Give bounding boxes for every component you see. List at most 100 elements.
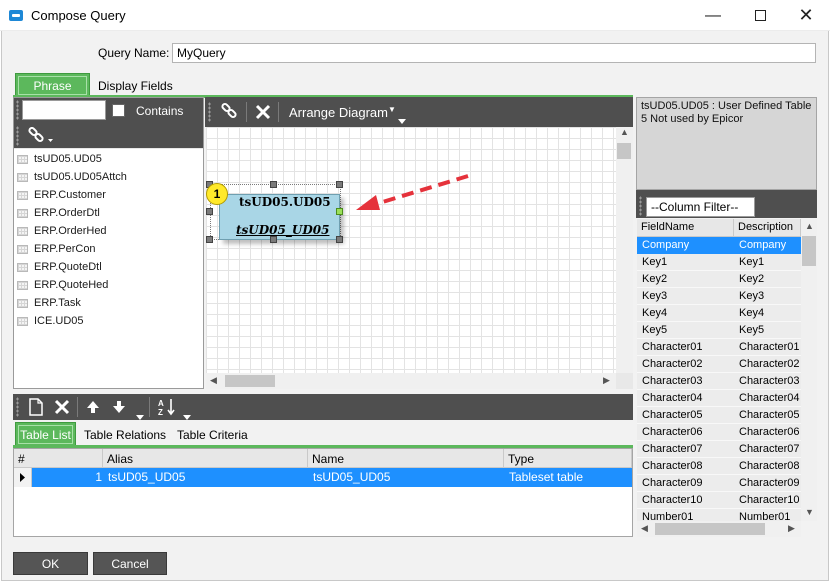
resize-handle[interactable] xyxy=(206,236,213,243)
diagram-vertical-scrollbar[interactable]: ▲ xyxy=(616,127,633,373)
toolbar-grip[interactable] xyxy=(208,102,211,122)
tab-table-relations[interactable]: Table Relations xyxy=(84,428,166,442)
table-row[interactable]: Key3 Key3 xyxy=(637,288,801,305)
table-name: ERP.Customer xyxy=(34,189,106,201)
link-icon[interactable] xyxy=(26,126,54,148)
table-row[interactable]: 1 tsUD05_UD05 tsUD05_UD05 Tableset table xyxy=(32,468,632,487)
toolbar-grip[interactable] xyxy=(16,126,19,146)
scroll-thumb[interactable] xyxy=(617,143,631,159)
table-search-input[interactable] xyxy=(22,100,106,120)
resize-handle[interactable] xyxy=(336,181,343,188)
toolbar-grip[interactable] xyxy=(16,397,19,417)
move-down-icon[interactable] xyxy=(111,399,127,418)
maximize-icon[interactable] xyxy=(737,0,783,31)
delete-icon[interactable] xyxy=(254,102,272,125)
resize-handle[interactable] xyxy=(336,208,343,215)
minimize-icon[interactable]: — xyxy=(690,0,736,31)
table-row[interactable]: Character01 Character01 xyxy=(637,339,801,356)
toolbar-grip[interactable] xyxy=(16,100,19,120)
field-name-cell: Character10 xyxy=(642,494,703,506)
table-row[interactable]: Character09 Character09 xyxy=(637,475,801,492)
table-row[interactable]: Character03 Character03 xyxy=(637,373,801,390)
list-item[interactable]: ERP.PerCon xyxy=(14,240,203,258)
link-icon[interactable] xyxy=(219,102,241,125)
table-row[interactable]: Character10 Character10 xyxy=(637,492,801,509)
scroll-left-icon[interactable]: ◀ xyxy=(210,375,217,386)
table-icon xyxy=(17,262,28,272)
resize-handle[interactable] xyxy=(206,208,213,215)
table-list: tsUD05.UD05 tsUD05.UD05Attch ERP.Custome… xyxy=(14,149,203,388)
overflow-chevron-icon[interactable] xyxy=(398,114,406,128)
table-row[interactable]: Number01 Number01 xyxy=(637,509,801,521)
scroll-up-icon[interactable]: ▲ xyxy=(620,127,629,137)
list-item[interactable]: ERP.OrderDtl xyxy=(14,204,203,222)
column-header-name[interactable]: Name xyxy=(308,449,504,468)
tab-display-fields[interactable]: Display Fields xyxy=(98,79,173,93)
fields-vertical-scrollbar[interactable]: ▲ ▼ xyxy=(801,219,817,521)
fields-horizontal-scrollbar[interactable]: ◀ ▶ xyxy=(637,521,801,537)
diagram-horizontal-scrollbar[interactable]: ◀ ▶ xyxy=(206,373,616,389)
table-row[interactable]: Character04 Character04 xyxy=(637,390,801,407)
table-row[interactable]: Character02 Character02 xyxy=(637,356,801,373)
scroll-thumb[interactable] xyxy=(225,375,275,387)
column-filter-input[interactable] xyxy=(646,197,755,217)
query-diagram-canvas[interactable] xyxy=(206,127,616,373)
list-item[interactable]: tsUD05.UD05 xyxy=(14,150,203,168)
arrange-diagram-label: Arrange Diagram xyxy=(289,105,388,120)
table-row[interactable]: Character06 Character06 xyxy=(637,424,801,441)
scroll-right-icon[interactable]: ▶ xyxy=(788,523,795,534)
scroll-down-icon[interactable]: ▼ xyxy=(805,507,814,517)
table-row[interactable]: Character07 Character07 xyxy=(637,441,801,458)
tab-table-list[interactable]: Table List xyxy=(15,422,76,446)
tab-table-criteria[interactable]: Table Criteria xyxy=(177,428,248,442)
list-item[interactable]: tsUD05.UD05Attch xyxy=(14,168,203,186)
cancel-button[interactable]: Cancel xyxy=(93,552,167,575)
delete-icon[interactable] xyxy=(53,398,71,419)
list-item[interactable]: ERP.OrderHed xyxy=(14,222,203,240)
column-header-type[interactable]: Type xyxy=(504,449,632,468)
ok-button[interactable]: OK xyxy=(13,552,88,575)
table-row[interactable]: Key5 Key5 xyxy=(637,322,801,339)
overflow-chevron-icon[interactable] xyxy=(136,410,144,424)
resize-handle[interactable] xyxy=(336,236,343,243)
move-up-icon[interactable] xyxy=(85,399,101,418)
tab-phrase-build[interactable]: Phrase Build xyxy=(15,73,90,107)
table-row[interactable]: Key2 Key2 xyxy=(637,271,801,288)
column-header-fieldname[interactable]: FieldName xyxy=(637,219,734,237)
list-item[interactable]: ERP.QuoteDtl xyxy=(14,258,203,276)
contains-checkbox[interactable] xyxy=(112,104,125,117)
field-description-cell: Company xyxy=(739,239,787,251)
column-header-description[interactable]: Description xyxy=(734,219,801,237)
node-alias[interactable]: tsUD05_UD05 xyxy=(236,223,329,237)
field-name-cell: Character06 xyxy=(642,426,703,438)
list-item[interactable]: ERP.Task xyxy=(14,294,203,312)
table-row[interactable]: Key1 Key1 xyxy=(637,254,801,271)
sort-az-icon[interactable]: A Z xyxy=(157,397,179,420)
list-item[interactable]: ERP.QuoteHed xyxy=(14,276,203,294)
query-name-input[interactable] xyxy=(172,43,816,63)
column-header-alias[interactable]: Alias xyxy=(103,449,308,468)
toolbar-grip[interactable] xyxy=(639,196,642,216)
column-header-number[interactable]: # xyxy=(14,449,103,468)
scroll-thumb[interactable] xyxy=(802,236,816,266)
row-indicator[interactable] xyxy=(14,468,32,487)
resize-handle[interactable] xyxy=(270,236,277,243)
list-item[interactable]: ERP.Customer xyxy=(14,186,203,204)
overflow-chevron-icon[interactable] xyxy=(183,410,191,424)
table-icon xyxy=(17,172,28,182)
scroll-left-icon[interactable]: ◀ xyxy=(641,523,648,534)
scroll-up-icon[interactable]: ▲ xyxy=(805,221,814,231)
field-name-cell: Character02 xyxy=(642,358,703,370)
close-icon[interactable]: ✕ xyxy=(783,0,829,31)
list-item[interactable]: ICE.UD05 xyxy=(14,312,203,330)
scroll-right-icon[interactable]: ▶ xyxy=(603,375,610,386)
scroll-thumb[interactable] xyxy=(655,523,765,535)
table-row[interactable]: Character05 Character05 xyxy=(637,407,801,424)
table-row[interactable]: Company Company xyxy=(637,237,801,254)
table-row[interactable]: Character08 Character08 xyxy=(637,458,801,475)
resize-handle[interactable] xyxy=(270,181,277,188)
table-icon xyxy=(17,154,28,164)
new-icon[interactable] xyxy=(28,398,44,419)
table-row[interactable]: Key4 Key4 xyxy=(637,305,801,322)
arrange-diagram-button[interactable]: Arrange Diagram▼ xyxy=(289,105,396,120)
